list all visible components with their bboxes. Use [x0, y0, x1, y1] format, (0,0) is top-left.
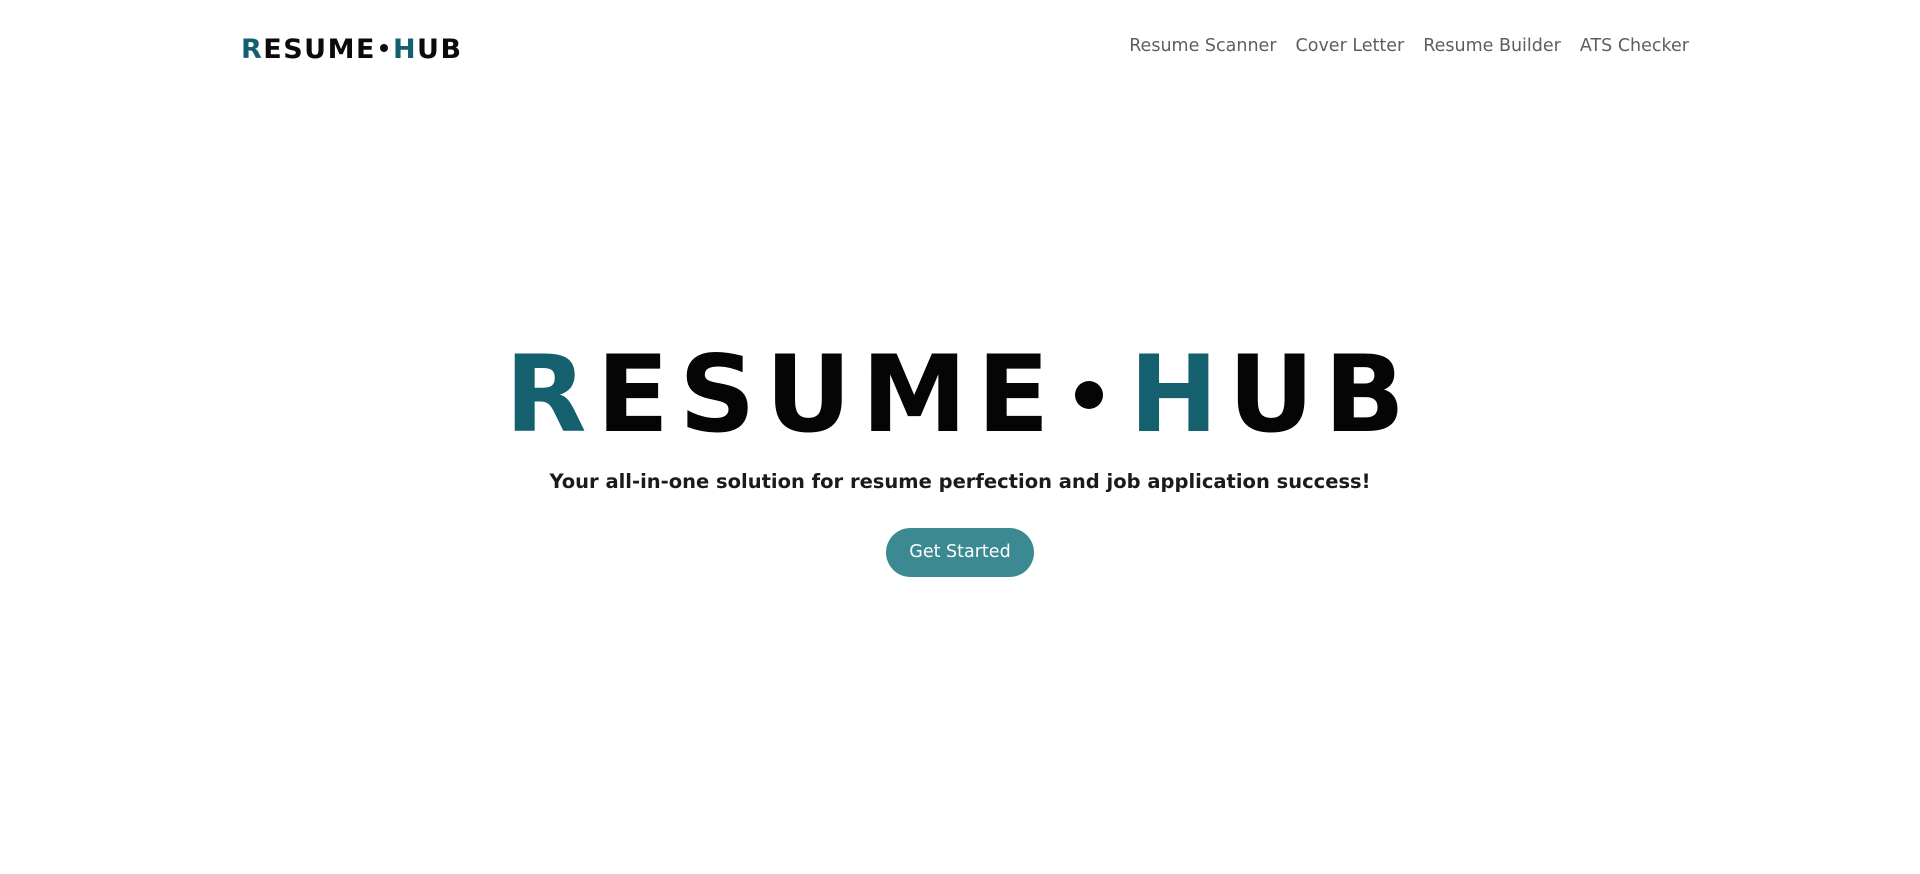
- nav-link-cover-letter[interactable]: Cover Letter: [1296, 36, 1405, 56]
- hero-title-h: H: [1129, 333, 1229, 456]
- brand-logo-esume: ESUME: [263, 33, 376, 65]
- page: R ESUME H UB Resume Scanner Cover Letter Re…: [0, 0, 1920, 874]
- hero-subtitle: Your all-in-one solution for resume perf…: [549, 470, 1371, 493]
- hero-title: R ESUME H UB: [505, 340, 1415, 450]
- hero-title-r: R: [505, 333, 597, 456]
- site-header: R ESUME H UB Resume Scanner Cover Letter Re…: [0, 0, 1920, 100]
- nav-link-resume-builder[interactable]: Resume Builder: [1423, 36, 1561, 56]
- brand-logo[interactable]: R ESUME H UB: [241, 33, 463, 65]
- get-started-button[interactable]: Get Started: [886, 528, 1034, 577]
- hero-title-dot: [1075, 381, 1104, 409]
- brand-logo-dot: [379, 44, 388, 52]
- brand-logo-h: H: [392, 33, 418, 65]
- brand-logo-ub: UB: [417, 33, 463, 65]
- brand-logo-r: R: [241, 33, 264, 65]
- hero-title-ub: UB: [1228, 333, 1415, 456]
- hero-section: R ESUME H UB Your all-in-one solution for r…: [0, 340, 1920, 577]
- nav-link-ats-checker[interactable]: ATS Checker: [1580, 36, 1689, 56]
- main-nav: Resume Scanner Cover Letter Resume Build…: [1129, 36, 1689, 56]
- nav-link-resume-scanner[interactable]: Resume Scanner: [1129, 36, 1276, 56]
- hero-title-esume: ESUME: [596, 333, 1060, 456]
